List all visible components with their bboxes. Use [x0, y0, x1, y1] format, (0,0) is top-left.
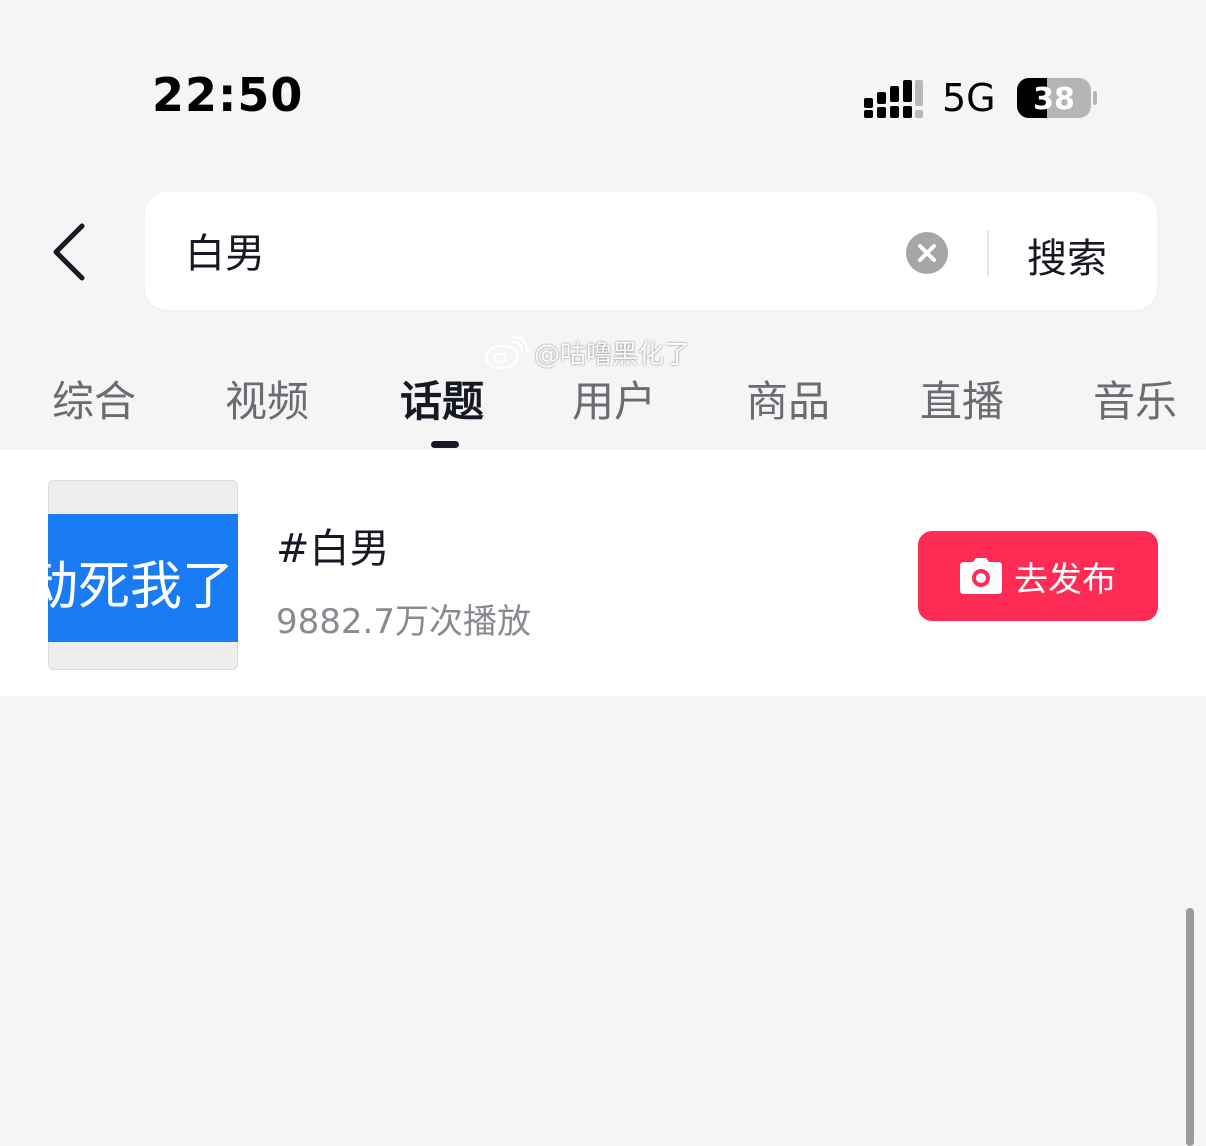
chevron-left-icon[interactable]	[44, 220, 94, 284]
tab-videos[interactable]: 视频	[225, 368, 309, 429]
active-tab-indicator	[431, 441, 459, 448]
signal-bars-icon	[864, 80, 923, 118]
results-list: 动死我了 #白男 9882.7万次播放 去发布	[0, 450, 1206, 1146]
topic-title: #白男	[276, 526, 390, 572]
battery-level: 38	[1033, 82, 1075, 117]
battery-icon: 38	[1017, 78, 1097, 118]
tab-comprehensive[interactable]: 综合	[52, 368, 136, 429]
camera-icon	[960, 558, 1002, 594]
network-type: 5G	[942, 76, 996, 120]
scrollbar[interactable]	[1186, 908, 1194, 1146]
clear-circle-icon[interactable]	[906, 232, 948, 274]
topic-result-item[interactable]: 动死我了 #白男 9882.7万次播放 去发布	[0, 450, 1180, 696]
tab-music[interactable]: 音乐	[1093, 368, 1177, 429]
search-input[interactable]	[185, 220, 885, 280]
publish-label: 去发布	[1014, 559, 1116, 600]
status-bar: 22:50 5G 38	[0, 0, 1206, 170]
search-bar: 搜索	[0, 190, 1206, 314]
search-button[interactable]: 搜索	[1027, 226, 1107, 284]
publish-button[interactable]: 去发布	[918, 531, 1158, 621]
search-divider	[987, 230, 989, 276]
tab-topics[interactable]: 话题	[400, 368, 484, 429]
status-time: 22:50	[152, 68, 304, 122]
thumbnail-banner: 动死我了	[48, 514, 238, 642]
topic-thumbnail: 动死我了	[48, 480, 238, 670]
tab-live[interactable]: 直播	[920, 368, 1004, 429]
tab-bar: 综合 视频 话题 用户 商品 直播 音乐	[0, 350, 1206, 450]
thumbnail-caption: 动死我了	[48, 557, 235, 617]
topic-view-count: 9882.7万次播放	[276, 602, 531, 642]
tab-users[interactable]: 用户	[572, 368, 656, 429]
tab-products[interactable]: 商品	[746, 368, 830, 429]
search-box: 搜索	[145, 192, 1157, 310]
